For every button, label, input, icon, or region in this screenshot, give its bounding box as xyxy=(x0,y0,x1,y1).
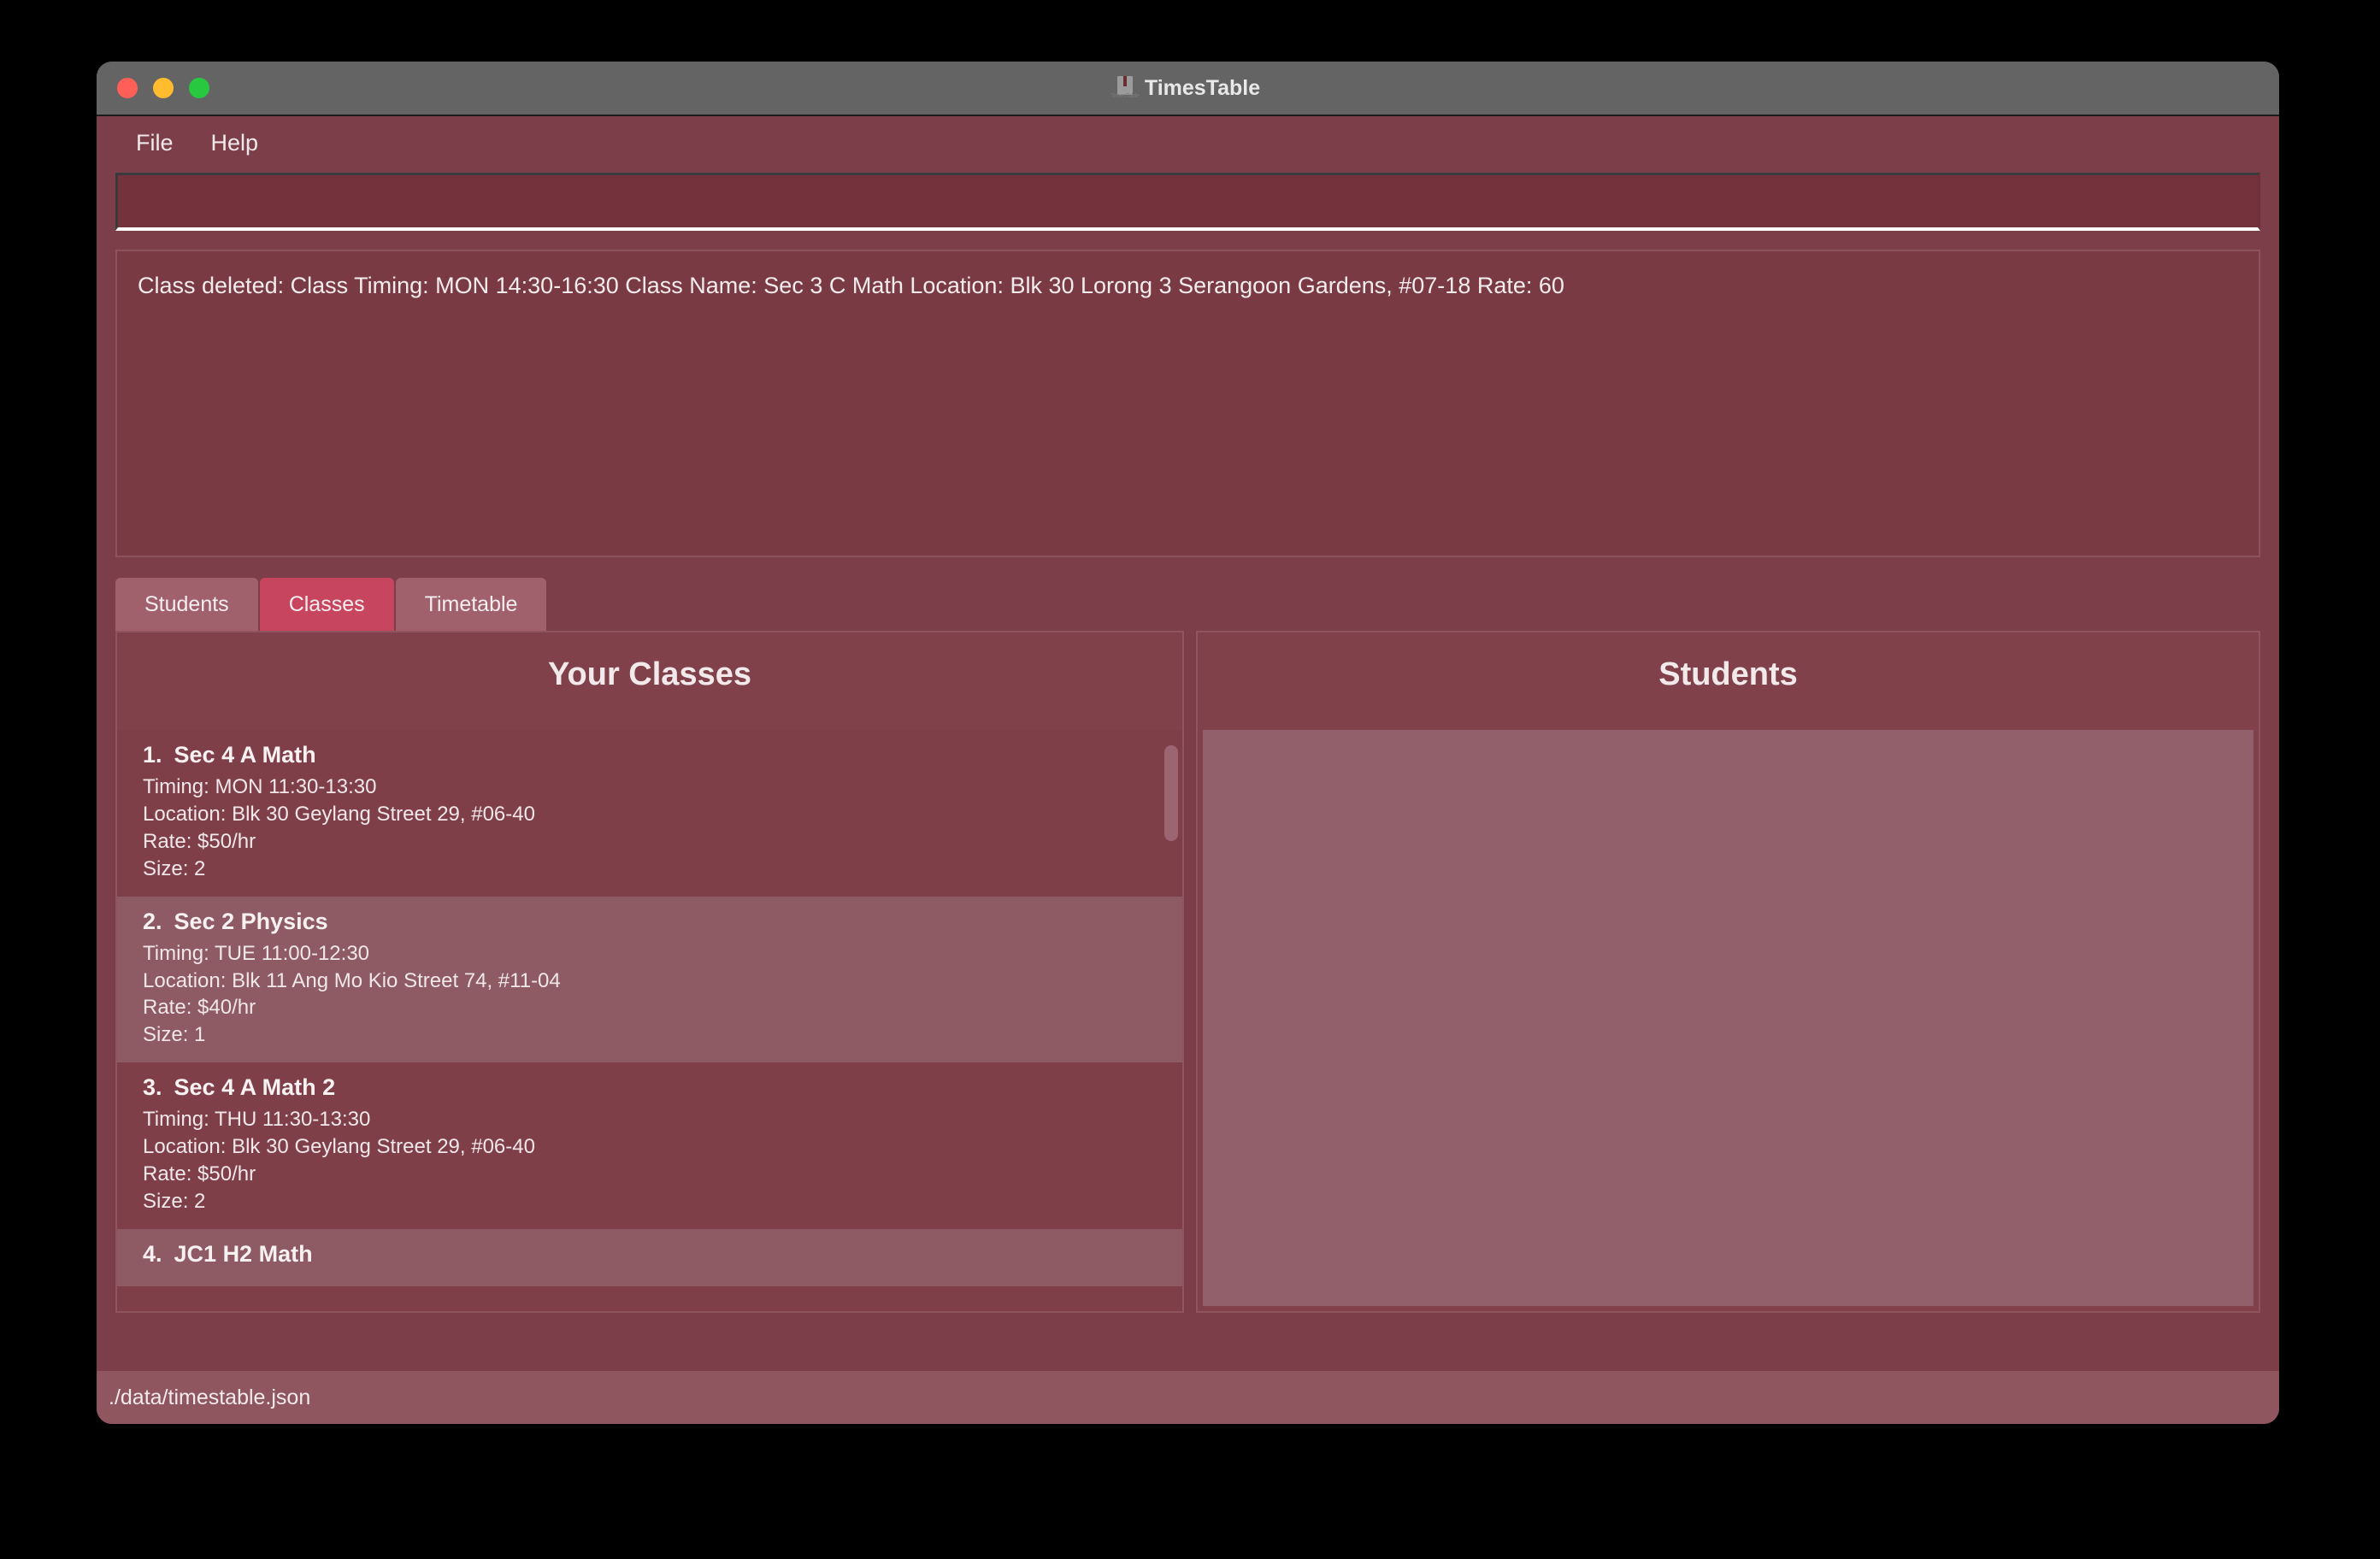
command-input[interactable] xyxy=(130,187,2246,215)
class-size: Size: 2 xyxy=(143,1189,206,1213)
class-timing: Timing: TUE 11:00-12:30 xyxy=(143,941,370,965)
class-size: Size: 2 xyxy=(143,856,206,880)
class-rate: Rate: $50/hr xyxy=(143,829,256,853)
book-icon: TimesTable xyxy=(1110,76,1140,100)
class-location: Location: Blk 30 Geylang Street 29, #06-… xyxy=(143,802,535,826)
class-index: 3. xyxy=(143,1074,162,1101)
list-item[interactable]: 4. JC1 H2 Math xyxy=(117,1228,1182,1286)
menubar: File Help xyxy=(97,116,2279,169)
statusbar: ./data/timestable.json xyxy=(97,1371,2279,1424)
class-name: JC1 H2 Math xyxy=(174,1240,313,1267)
class-index: 4. xyxy=(143,1240,162,1267)
class-rate: Rate: $50/hr xyxy=(143,1162,256,1186)
list-item[interactable]: 3. Sec 4 A Math 2 Timing: THU 11:30-13:30… xyxy=(117,1062,1182,1229)
class-timing: Timing: MON 11:30-13:30 xyxy=(143,775,377,798)
class-index: 2. xyxy=(143,908,162,934)
menu-file[interactable]: File xyxy=(117,126,192,160)
tab-timetable[interactable]: Timetable xyxy=(395,578,547,631)
app-icon-caption: TimesTable xyxy=(1110,93,1140,99)
titlebar: TimesTable TimesTable xyxy=(97,62,2279,116)
list-item[interactable]: 1. Sec 4 A Math Timing: MON 11:30-13:30 L… xyxy=(117,730,1182,897)
status-file-path: ./data/timestable.json xyxy=(109,1385,311,1409)
class-title: 4. JC1 H2 Math xyxy=(143,1241,1157,1268)
class-name: Sec 4 A Math xyxy=(174,742,316,768)
classes-list-scrollbar[interactable] xyxy=(1162,730,1181,1311)
classes-panel: Your Classes 1. Sec 4 A Math Timing: MON … xyxy=(115,631,1184,1313)
class-rate: Rate: $40/hr xyxy=(143,996,256,1020)
class-size: Size: 1 xyxy=(143,1023,206,1047)
class-title: 1. Sec 4 A Math xyxy=(143,742,1157,768)
tab-classes[interactable]: Classes xyxy=(259,578,394,631)
class-name: Sec 4 A Math 2 xyxy=(174,1074,336,1101)
tab-students[interactable]: Students xyxy=(115,578,258,631)
result-message: Class deleted: Class Timing: MON 14:30-1… xyxy=(138,273,1564,298)
panels-container: Your Classes 1. Sec 4 A Math Timing: MON … xyxy=(115,631,2260,1313)
classes-panel-title: Your Classes xyxy=(548,656,751,692)
result-display-box: Class deleted: Class Timing: MON 14:30-1… xyxy=(115,250,2260,557)
menu-help[interactable]: Help xyxy=(192,126,278,160)
class-location: Location: Blk 30 Geylang Street 29, #06-… xyxy=(143,1135,535,1159)
command-input-container[interactable] xyxy=(115,173,2260,231)
window-title-group: TimesTable TimesTable xyxy=(97,62,2279,115)
class-location: Location: Blk 11 Ang Mo Kio Street 74, #… xyxy=(143,968,561,992)
class-name: Sec 2 Physics xyxy=(174,908,328,934)
app-body: Class deleted: Class Timing: MON 14:30-1… xyxy=(97,173,2279,1313)
class-title: 2. Sec 2 Physics xyxy=(143,909,1157,935)
students-panel-title: Students xyxy=(1658,656,1798,692)
tab-bar: Students Classes Timetable xyxy=(115,578,2260,631)
class-title: 3. Sec 4 A Math 2 xyxy=(143,1074,1157,1101)
students-panel: Students xyxy=(1196,631,2260,1313)
class-index: 1. xyxy=(143,742,162,768)
classes-list[interactable]: 1. Sec 4 A Math Timing: MON 11:30-13:30 L… xyxy=(117,730,1182,1311)
students-list[interactable] xyxy=(1203,730,2253,1306)
window-title: TimesTable xyxy=(1144,75,1261,100)
class-timing: Timing: THU 11:30-13:30 xyxy=(143,1108,371,1132)
classes-list-scrollbar-thumb[interactable] xyxy=(1164,745,1178,841)
app-window: TimesTable TimesTable File Help Class de… xyxy=(97,62,2279,1424)
list-item[interactable]: 2. Sec 2 Physics Timing: TUE 11:00-12:30 … xyxy=(117,896,1182,1063)
